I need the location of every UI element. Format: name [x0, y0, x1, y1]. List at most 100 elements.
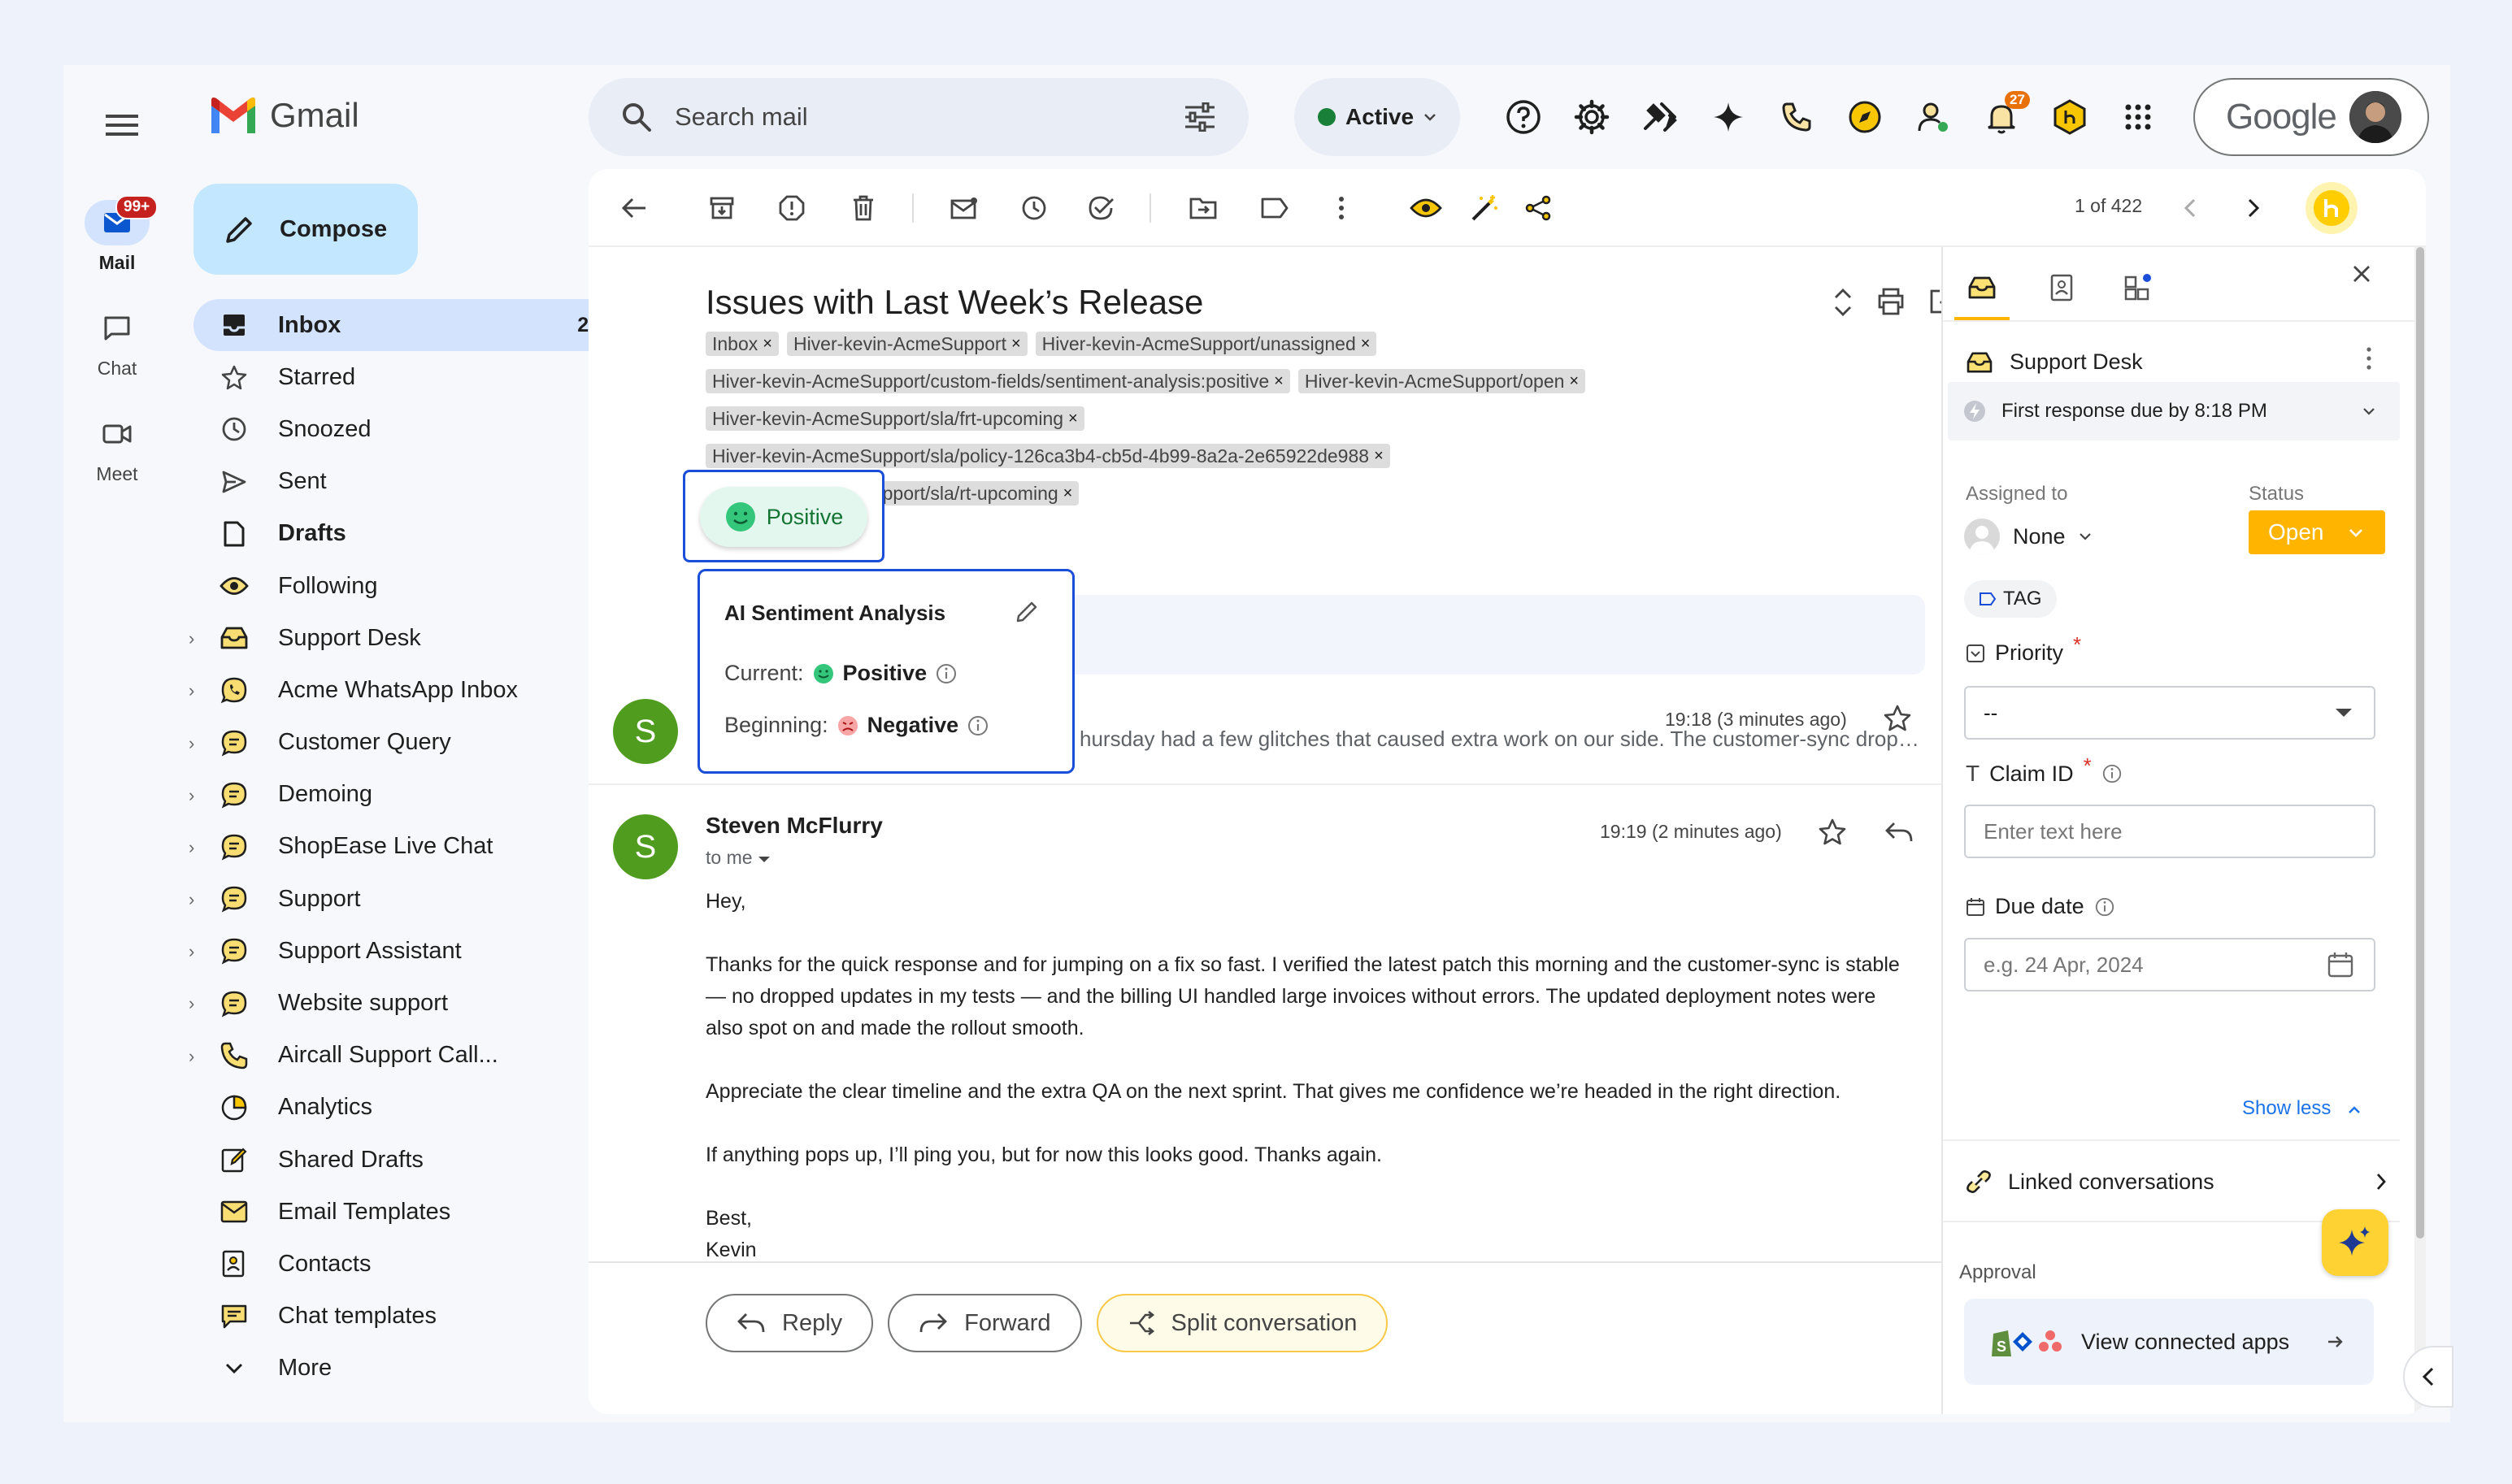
apps-button[interactable] — [2104, 89, 2172, 145]
sidebar-item-starred[interactable]: Starred — [193, 351, 632, 403]
label-chip[interactable]: Hiver-kevin-AcmeSupport/sla/frt-upcoming… — [706, 406, 1084, 431]
phone-button[interactable] — [1762, 89, 1831, 145]
sidebar-item-drafts[interactable]: Drafts14 — [193, 508, 632, 560]
labels-button[interactable] — [1257, 190, 1293, 226]
sidebar-item-shared-drafts[interactable]: Shared Drafts — [193, 1134, 632, 1186]
expand-all-button[interactable] — [1832, 288, 1854, 317]
sidebar-item-email-templates[interactable]: Email Templates — [193, 1186, 632, 1238]
label-chip[interactable]: Hiver-kevin-AcmeSupport/open × — [1297, 369, 1586, 393]
sidebar-item-shopease-live-chat[interactable]: ›ShopEase Live Chat4 — [189, 821, 632, 873]
remove-label-icon[interactable]: × — [1361, 332, 1371, 356]
add-task-button[interactable] — [1084, 190, 1120, 226]
search-bar[interactable]: Search mail — [589, 78, 1249, 156]
sidebar-item-inbox[interactable]: Inbox290 — [193, 299, 632, 352]
recipient-details[interactable]: to me — [706, 847, 771, 869]
search-options-icon[interactable] — [1184, 102, 1216, 132]
rail-chat[interactable]: Chat — [68, 306, 166, 380]
priority-select[interactable]: -- — [1964, 686, 2375, 740]
rail-meet[interactable]: Meet — [68, 411, 166, 485]
sidebar-item-acme-whatsapp-inbox[interactable]: › Acme WhatsApp Inbox — [189, 664, 632, 716]
expand-caret-icon[interactable]: › — [189, 1046, 194, 1067]
label-chip[interactable]: Hiver-kevin-AcmeSupport/custom-fields/se… — [706, 369, 1290, 393]
hiver-panel-toggle[interactable] — [2306, 182, 2358, 234]
expand-caret-icon[interactable]: › — [189, 733, 194, 754]
info-icon[interactable] — [935, 662, 958, 685]
mark-unread-button[interactable] — [946, 190, 982, 226]
ai-copilot-button[interactable] — [2322, 1209, 2388, 1276]
compose-button[interactable]: Compose — [193, 184, 418, 275]
label-chip[interactable]: Inbox × — [706, 332, 779, 356]
remove-label-icon[interactable]: × — [763, 332, 772, 356]
label-chip[interactable]: Hiver-kevin-AcmeSupport × — [786, 332, 1028, 356]
sidebar-item-website-support[interactable]: › Website support — [189, 977, 632, 1029]
info-icon[interactable] — [2094, 896, 2115, 918]
panel-more-button[interactable] — [2366, 346, 2372, 371]
edit-sentiment-button[interactable] — [1015, 599, 1040, 623]
sidebar-item-customer-query[interactable]: › Customer Query — [189, 717, 632, 769]
rail-mail[interactable]: 99+ Mail — [68, 195, 166, 274]
delete-button[interactable] — [845, 190, 881, 226]
due-date-input[interactable]: e.g. 24 Apr, 2024 — [1964, 938, 2375, 992]
search-input[interactable]: Search mail — [675, 102, 1184, 132]
expand-caret-icon[interactable]: › — [189, 628, 194, 649]
sidebar-item-analytics[interactable]: Analytics — [193, 1082, 632, 1134]
more-options-button[interactable] — [1323, 190, 1359, 226]
sidebar-item-support[interactable]: › Support — [189, 873, 632, 925]
collapsed-message-band[interactable] — [1044, 595, 1925, 675]
sidebar-item-contacts[interactable]: Contacts — [193, 1238, 632, 1290]
sentiment-chip[interactable]: Positive — [700, 487, 867, 547]
calendar-icon[interactable] — [2327, 951, 2354, 978]
share-button[interactable] — [1520, 190, 1556, 226]
sidebar-item-support-assistant[interactable]: › Support Assistant — [189, 925, 632, 977]
view-connected-apps-button[interactable]: S View connected apps — [1964, 1299, 2374, 1385]
hiver-button[interactable] — [2036, 89, 2104, 145]
expand-caret-icon[interactable]: › — [189, 837, 194, 858]
assignee-dropdown[interactable]: None — [1964, 519, 2092, 554]
show-less-link[interactable]: Show less — [2242, 1097, 2361, 1120]
compass-button[interactable] — [1831, 89, 1899, 145]
hiver-follow-button[interactable] — [1408, 190, 1444, 226]
status-dropdown[interactable]: Open — [2249, 510, 2385, 554]
remove-label-icon[interactable]: × — [1011, 332, 1021, 356]
remove-label-icon[interactable]: × — [1068, 406, 1078, 431]
sidebar-item-support-desk[interactable]: ›Support Desk41 — [189, 612, 632, 664]
reply-all-button[interactable]: Reply — [706, 1294, 874, 1352]
info-icon[interactable] — [967, 714, 989, 737]
ai-assist-button[interactable] — [1467, 190, 1502, 226]
notifications-button[interactable]: 27 — [1967, 89, 2036, 145]
star-button[interactable] — [1818, 818, 1847, 847]
contacts-button[interactable] — [1899, 89, 1967, 145]
sla-banner[interactable]: First response due by 8:18 PM — [1948, 382, 2400, 440]
older-button[interactable] — [2236, 190, 2271, 226]
close-panel-button[interactable] — [2353, 265, 2371, 283]
claim-id-input[interactable]: Enter text here — [1964, 805, 2375, 858]
expand-caret-icon[interactable]: › — [189, 680, 194, 701]
expand-caret-icon[interactable]: › — [189, 785, 194, 806]
sidebar-item-more[interactable]: More — [193, 1343, 632, 1395]
remove-label-icon[interactable]: × — [1569, 369, 1579, 393]
remove-label-icon[interactable]: × — [1374, 444, 1384, 468]
expand-caret-icon[interactable]: › — [189, 993, 194, 1014]
expand-caret-icon[interactable]: › — [189, 889, 194, 910]
account-button[interactable]: Google — [2193, 78, 2429, 156]
archive-button[interactable] — [704, 190, 740, 226]
snooze-button[interactable] — [1016, 190, 1052, 226]
print-button[interactable] — [1876, 288, 1906, 317]
hiver-tools-button[interactable] — [1626, 89, 1694, 145]
label-chip[interactable]: Hiver-kevin-AcmeSupport/unassigned × — [1035, 332, 1377, 356]
help-button[interactable] — [1489, 89, 1558, 145]
remove-label-icon[interactable]: × — [1063, 481, 1073, 506]
sender-name[interactable]: Steven McFlurry — [706, 813, 883, 839]
info-icon[interactable] — [2101, 763, 2123, 784]
split-conversation-button[interactable]: Split conversation — [1096, 1294, 1389, 1352]
sidebar-item-following[interactable]: Following — [193, 560, 632, 612]
sidebar-item-aircall-support[interactable]: ›Aircall Support Call...5 — [189, 1030, 632, 1082]
reply-button[interactable] — [1884, 821, 1914, 844]
label-chip[interactable]: Hiver-kevin-AcmeSupport/sla/policy-126ca… — [706, 444, 1390, 468]
remove-label-icon[interactable]: × — [1274, 369, 1284, 393]
main-menu-button[interactable] — [98, 101, 146, 150]
panel-scrollbar[interactable] — [2414, 247, 2426, 1414]
gemini-button[interactable] — [1694, 89, 1762, 145]
settings-button[interactable] — [1558, 89, 1626, 145]
forward-button[interactable]: Forward — [888, 1294, 1082, 1352]
